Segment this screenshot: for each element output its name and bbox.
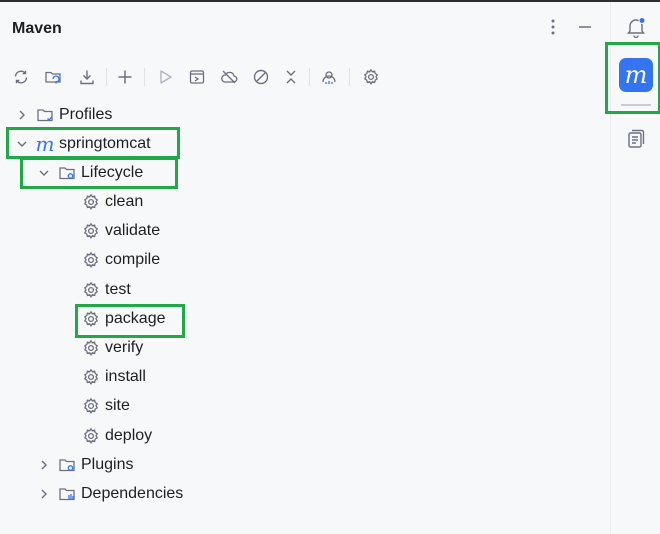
goal-label: install xyxy=(105,368,146,386)
goal-install[interactable]: install xyxy=(82,364,146,390)
goal-clean[interactable]: clean xyxy=(82,189,143,215)
tool-separator xyxy=(621,104,651,106)
tree-node-label: Profiles xyxy=(59,106,113,123)
download-icon xyxy=(80,70,94,85)
panel-title: Maven xyxy=(12,20,62,37)
notifications-button[interactable] xyxy=(625,16,647,39)
reload-all-projects-button[interactable] xyxy=(8,64,34,90)
play-icon xyxy=(160,70,172,84)
cloud-off-icon xyxy=(221,70,238,84)
tree-node-label: Plugins xyxy=(81,456,134,473)
goal-validate[interactable]: validate xyxy=(82,218,160,244)
folder-profiles-icon xyxy=(36,106,54,124)
minimize-button[interactable] xyxy=(575,16,595,38)
tree-node-label: Dependencies xyxy=(81,485,184,502)
bell-icon xyxy=(627,17,646,39)
more-vertical-icon xyxy=(551,19,555,35)
chevron-right-icon[interactable] xyxy=(14,107,30,123)
gear-icon xyxy=(82,281,100,299)
toolbar-separator xyxy=(106,68,107,86)
right-tool-strip: m xyxy=(605,2,660,534)
minimize-icon xyxy=(579,26,591,28)
tree-node-dependencies[interactable]: Dependencies xyxy=(36,481,183,507)
more-options-button[interactable] xyxy=(543,16,563,38)
structure-button[interactable] xyxy=(625,128,647,150)
sync-icon xyxy=(14,70,28,84)
gear-icon xyxy=(82,222,100,240)
build-tool-settings-button[interactable] xyxy=(358,64,384,90)
goal-label: test xyxy=(105,280,131,298)
chevron-right-icon[interactable] xyxy=(36,486,52,502)
toolbar-separator xyxy=(309,68,310,86)
tree-node-plugins[interactable]: Plugins xyxy=(36,452,133,478)
maven-tool-window: Maven Profiles m springtomcat Lifecycle … xyxy=(0,2,610,534)
goal-label: validate xyxy=(105,222,161,240)
document-icon xyxy=(628,129,645,148)
execute-maven-goal-button[interactable] xyxy=(184,64,210,90)
goal-site[interactable]: site xyxy=(82,393,130,419)
goal-label: compile xyxy=(105,251,161,269)
folder-refresh-icon xyxy=(45,71,61,84)
gear-icon xyxy=(82,397,100,415)
goal-compile[interactable]: compile xyxy=(82,247,160,273)
chevron-down-icon[interactable] xyxy=(36,165,52,181)
add-maven-projects-button[interactable] xyxy=(112,64,138,90)
gear-icon xyxy=(82,310,100,328)
gear-icon xyxy=(82,368,100,386)
plus-icon xyxy=(118,70,132,84)
gear-icon xyxy=(82,251,100,269)
goal-label: clean xyxy=(105,193,144,210)
goal-label: package xyxy=(105,309,166,327)
gear-icon xyxy=(82,339,100,357)
tree-node-profiles[interactable]: Profiles xyxy=(14,102,112,128)
gear-icon xyxy=(82,193,100,211)
goal-verify[interactable]: verify xyxy=(82,335,143,361)
goal-label: verify xyxy=(105,339,144,356)
chevron-right-icon[interactable] xyxy=(36,457,52,473)
goal-label: deploy xyxy=(105,426,153,444)
tree-node-label: Lifecycle xyxy=(81,164,144,181)
toggle-offline-mode-button[interactable] xyxy=(216,64,242,90)
show-dependencies-button[interactable] xyxy=(316,64,342,90)
maven-project-icon: m xyxy=(35,132,55,156)
folder-gear-icon xyxy=(58,456,76,474)
goal-deploy[interactable]: deploy xyxy=(82,423,152,449)
generate-sources-button[interactable] xyxy=(40,64,66,90)
maven-tool-button[interactable]: m xyxy=(619,58,653,92)
collapse-icon xyxy=(286,70,296,84)
tree-node-project[interactable]: m springtomcat xyxy=(14,131,151,157)
skip-icon xyxy=(253,69,269,85)
skip-tests-button[interactable] xyxy=(248,64,274,90)
diagram-icon xyxy=(322,71,336,84)
tree-node-label: springtomcat xyxy=(59,135,151,152)
terminal-window-icon xyxy=(189,70,205,84)
download-sources-button[interactable] xyxy=(74,64,100,90)
gear-icon xyxy=(82,427,100,445)
goal-package[interactable]: package xyxy=(82,306,166,332)
folder-library-icon xyxy=(58,485,76,503)
folder-gear-icon xyxy=(58,164,76,182)
gear-icon xyxy=(363,68,379,85)
chevron-down-icon[interactable] xyxy=(14,136,30,152)
toolbar-separator xyxy=(349,68,350,86)
goal-label: site xyxy=(105,397,130,415)
collapse-all-button[interactable] xyxy=(278,64,304,90)
tree-node-lifecycle[interactable]: Lifecycle xyxy=(36,160,143,186)
run-maven-build-button[interactable] xyxy=(152,64,178,90)
goal-test[interactable]: test xyxy=(82,277,131,303)
toolbar-separator xyxy=(144,68,145,86)
